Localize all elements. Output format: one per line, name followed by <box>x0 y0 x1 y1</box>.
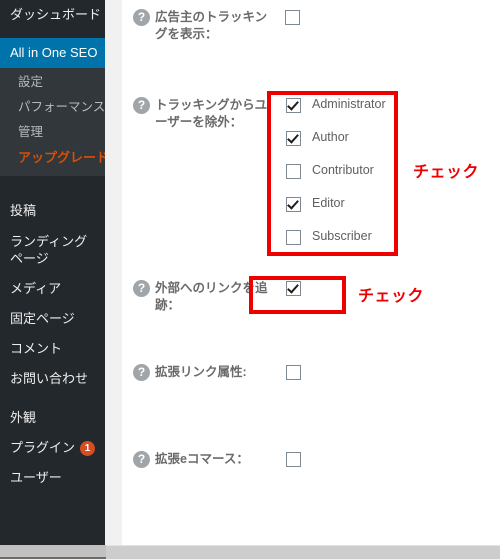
setting-label: トラッキングからユーザーを除外： <box>155 98 268 129</box>
question-icon[interactable]: ? <box>133 9 150 26</box>
sidebar-submenu-seo: 設定 パフォーマンス 管理 アップグレード <box>0 68 105 176</box>
horizontal-scrollbar-thumb[interactable] <box>0 545 106 559</box>
sidebar-item-label: お問い合わせ <box>10 371 89 386</box>
screenshot-root: ダッシュボード All in One SEO 設定 パフォーマンス 管理 アップ… <box>0 0 500 560</box>
question-icon[interactable]: ? <box>133 364 150 381</box>
show-advertiser-tracking-checkbox[interactable] <box>285 10 300 25</box>
submenu-item-settings[interactable]: 設定 <box>0 70 105 95</box>
submenu-item-management[interactable]: 管理 <box>0 120 105 145</box>
sidebar-item-plugins[interactable]: プラグイン 1 <box>0 433 105 463</box>
sidebar-item-label: 外観 <box>10 410 37 425</box>
setting-label: 拡張eコマース： <box>155 452 249 466</box>
sidebar-item-label: ダッシュボード <box>10 7 102 22</box>
question-icon[interactable]: ? <box>133 280 150 297</box>
annotation-box-track-outbound-links <box>249 276 346 314</box>
submenu-item-upgrade[interactable]: アップグレード <box>0 145 105 170</box>
setting-label: 拡張リンク属性: <box>155 365 247 379</box>
question-icon[interactable]: ? <box>133 451 150 468</box>
sidebar-item-label: コメント <box>10 341 63 356</box>
sidebar-item-comments[interactable]: コメント <box>0 334 105 364</box>
sidebar-item-label: 固定ページ <box>10 311 75 326</box>
sidebar-item-appearance[interactable]: 外観 <box>0 403 105 433</box>
annotation-text-role-list: チェック <box>413 164 480 181</box>
sidebar-item-label: ユーザー <box>10 470 62 485</box>
sidebar-item-media[interactable]: メディア <box>0 274 105 304</box>
sidebar-item-all-in-one-seo[interactable]: All in One SEO <box>0 38 105 68</box>
submenu-item-label: 設定 <box>18 75 44 89</box>
sidebar-item-contact-form[interactable]: お問い合わせ <box>0 364 105 394</box>
sidebar-item-pages[interactable]: 固定ページ <box>0 304 105 334</box>
question-icon[interactable]: ? <box>133 97 150 114</box>
sidebar-item-label: All in One SEO <box>10 45 98 60</box>
sidebar-item-label: プラグイン <box>10 440 76 455</box>
sidebar-item-landing-pages[interactable]: ランディングページ <box>0 226 105 274</box>
submenu-item-label: 管理 <box>18 125 44 139</box>
plugin-update-badge: 1 <box>80 441 96 456</box>
enhanced-ecommerce-checkbox[interactable] <box>286 452 301 467</box>
annotation-box-role-list <box>267 91 398 256</box>
sidebar-item-posts[interactable]: 投稿 <box>0 196 105 226</box>
sidebar-item-label: ランディングページ <box>10 234 88 266</box>
sidebar-item-dashboard[interactable]: ダッシュボード <box>0 0 105 30</box>
sidebar-separator <box>0 394 105 403</box>
admin-sidebar: ダッシュボード All in One SEO 設定 パフォーマンス 管理 アップ… <box>0 0 105 545</box>
sidebar-item-label: 投稿 <box>10 203 37 218</box>
annotation-text-track-outbound-links: チェック <box>358 288 425 305</box>
submenu-item-performance[interactable]: パフォーマンス <box>0 95 105 120</box>
sidebar-item-users[interactable]: ユーザー <box>0 463 105 493</box>
submenu-item-label: アップグレード <box>18 150 105 165</box>
setting-label: 広告主のトラッキングを表示： <box>155 10 268 41</box>
submenu-item-label: パフォーマンス <box>18 100 105 114</box>
sidebar-item-label: メディア <box>10 281 62 296</box>
sidebar-content-gap <box>105 0 122 545</box>
settings-content-panel: ? 広告主のトラッキングを表示： ? トラッキングからユーザーを除外： Admi… <box>122 0 500 545</box>
sidebar-lower-group: 投稿 ランディングページ メディア 固定ページ コメント お問い合わせ 外観 プ… <box>0 196 105 493</box>
enhanced-link-attribution-checkbox[interactable] <box>286 365 301 380</box>
